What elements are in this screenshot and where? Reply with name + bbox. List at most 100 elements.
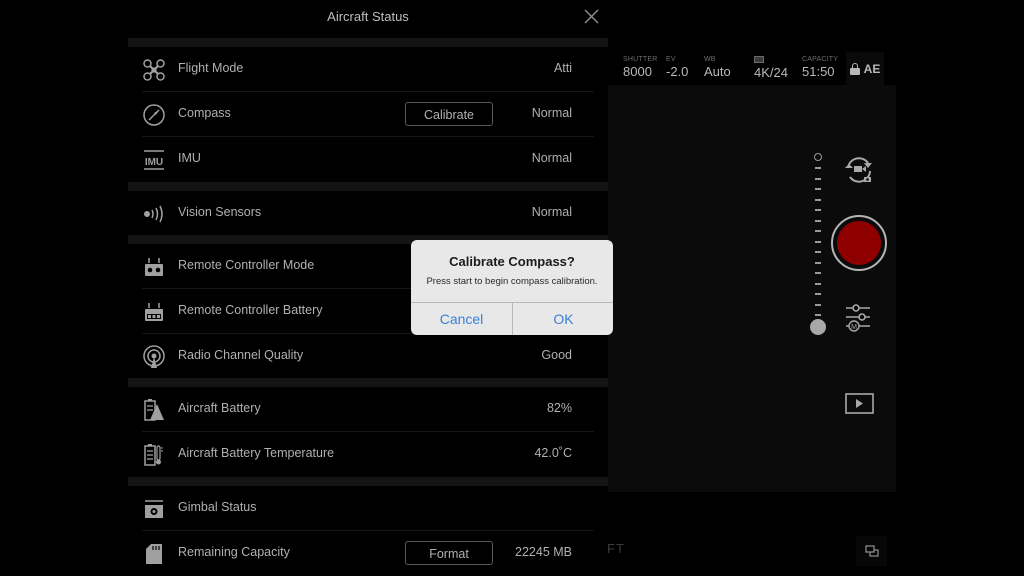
status-row-aircraft-battery: Aircraft Battery 82% bbox=[128, 387, 608, 432]
map-toggle-icon bbox=[864, 545, 879, 557]
drone-icon bbox=[143, 59, 165, 81]
map-toggle-button[interactable] bbox=[856, 536, 887, 566]
compass-icon bbox=[143, 104, 165, 126]
zoom-slider-tick bbox=[815, 240, 821, 243]
format-button[interactable]: Format bbox=[405, 541, 493, 565]
calibrate-button[interactable]: Calibrate bbox=[405, 102, 493, 126]
zoom-slider-tick bbox=[815, 251, 821, 253]
radio-signal-icon bbox=[143, 345, 165, 368]
zoom-slider-tick bbox=[815, 230, 821, 232]
row-label: Radio Channel Quality bbox=[178, 348, 304, 362]
ok-button[interactable]: OK bbox=[513, 303, 613, 335]
row-value: Atti bbox=[553, 61, 572, 75]
row-value: Normal bbox=[531, 205, 572, 219]
row-value: Normal bbox=[531, 106, 572, 120]
status-row-vision-sensors: Vision Sensors Normal bbox=[128, 191, 608, 235]
row-label: IMU bbox=[178, 151, 201, 165]
section-divider bbox=[128, 182, 608, 191]
capacity-value: 51:50 bbox=[802, 64, 835, 79]
row-label: Aircraft Battery Temperature bbox=[178, 446, 335, 460]
svg-text:M: M bbox=[851, 324, 857, 331]
status-row-gimbal: Gimbal Status bbox=[128, 486, 608, 531]
wb-param[interactable]: WB Auto bbox=[704, 55, 731, 79]
zoom-slider-tick bbox=[815, 167, 821, 169]
row-label: Aircraft Battery bbox=[178, 401, 261, 415]
wb-value: Auto bbox=[704, 64, 731, 79]
zoom-slider-thumb[interactable] bbox=[810, 319, 826, 335]
zoom-slider-tick bbox=[815, 209, 821, 211]
row-label: Remote Controller Battery bbox=[178, 303, 323, 317]
status-row-flight-mode: Flight Mode Atti bbox=[128, 47, 608, 92]
wb-label: WB bbox=[704, 56, 716, 63]
record-button[interactable] bbox=[831, 215, 887, 271]
row-label: Vision Sensors bbox=[178, 205, 262, 219]
cancel-button[interactable]: Cancel bbox=[411, 303, 512, 335]
resolution-value: 4K/24 bbox=[754, 65, 788, 80]
playback-icon[interactable] bbox=[845, 393, 874, 414]
calibrate-compass-dialog: Calibrate Compass? Press start to begin … bbox=[411, 240, 613, 335]
distance-unit-label: FT bbox=[607, 541, 625, 556]
status-row-battery-temperature: Aircraft Battery Temperature 42.0˚C bbox=[128, 432, 608, 477]
row-label: Gimbal Status bbox=[178, 500, 257, 514]
row-value: 42.0˚C bbox=[534, 446, 572, 460]
ae-lock-label: AE bbox=[863, 62, 881, 76]
row-value: 82% bbox=[546, 401, 572, 415]
section-divider bbox=[128, 38, 608, 47]
zoom-slider-tick bbox=[815, 261, 821, 264]
aircraft-battery-icon bbox=[144, 399, 164, 421]
zoom-slider-tick bbox=[815, 188, 821, 190]
dialog-title: Calibrate Compass? bbox=[449, 254, 575, 269]
panel-header: Aircraft Status bbox=[128, 0, 608, 38]
camera-settings-icon[interactable]: M bbox=[843, 303, 873, 333]
status-row-imu: IMU IMU Normal bbox=[128, 137, 608, 182]
row-label: Compass bbox=[178, 106, 231, 120]
dialog-message: Press start to begin compass calibration… bbox=[426, 276, 598, 287]
zoom-slider-tick bbox=[815, 198, 821, 201]
gimbal-icon bbox=[145, 500, 163, 518]
section-divider bbox=[128, 378, 608, 387]
row-label: Flight Mode bbox=[178, 61, 244, 75]
status-row-radio-quality: Radio Channel Quality Good bbox=[128, 334, 608, 379]
svg-text:IMU: IMU bbox=[145, 157, 163, 168]
shutter-label: SHUTTER bbox=[623, 56, 658, 63]
sd-card-icon bbox=[146, 544, 162, 564]
ev-param[interactable]: EV -2.0 bbox=[666, 55, 688, 79]
camera-view bbox=[608, 85, 896, 492]
row-label: Remaining Capacity bbox=[178, 545, 290, 559]
shutter-param[interactable]: SHUTTER 8000 bbox=[623, 55, 657, 79]
vision-sensor-icon bbox=[144, 205, 163, 223]
zoom-slider-tick bbox=[815, 293, 821, 295]
ae-lock-button[interactable]: AE bbox=[846, 52, 884, 86]
imu-icon: IMU bbox=[144, 150, 164, 170]
record-icon bbox=[837, 221, 881, 265]
zoom-slider-tick bbox=[815, 219, 821, 222]
row-value: Good bbox=[541, 348, 572, 362]
zoom-slider-top-ring bbox=[814, 153, 822, 161]
zoom-slider-tick bbox=[815, 314, 821, 316]
lock-icon bbox=[849, 63, 860, 75]
panel-title: Aircraft Status bbox=[327, 9, 409, 24]
resolution-param[interactable]: 4K/24 bbox=[754, 55, 788, 80]
ev-label: EV bbox=[666, 56, 676, 63]
zoom-slider-tick bbox=[815, 177, 821, 180]
status-row-remaining-capacity: Remaining Capacity Format 22245 MB bbox=[128, 531, 608, 576]
section-divider bbox=[128, 477, 608, 486]
zoom-slider-tick bbox=[815, 272, 821, 274]
status-row-compass: Compass Calibrate Normal bbox=[128, 92, 608, 137]
remote-controller-icon bbox=[145, 258, 163, 276]
capacity-param: CAPACITY 51:50 bbox=[802, 55, 838, 79]
battery-temperature-icon bbox=[144, 444, 163, 466]
close-icon[interactable] bbox=[583, 8, 600, 25]
row-label: Remote Controller Mode bbox=[178, 258, 315, 272]
photo-video-switch-icon[interactable] bbox=[842, 155, 876, 185]
zoom-slider-tick bbox=[815, 282, 821, 285]
ev-value: -2.0 bbox=[666, 64, 689, 79]
remote-controller-battery-icon bbox=[145, 303, 163, 321]
capacity-label: CAPACITY bbox=[802, 56, 839, 63]
shutter-value: 8000 bbox=[623, 64, 652, 79]
row-value: 22245 MB bbox=[515, 545, 572, 559]
zoom-slider-tick bbox=[815, 303, 821, 306]
zoom-slider[interactable] bbox=[810, 153, 826, 335]
row-value: Normal bbox=[531, 151, 572, 165]
resolution-icon bbox=[754, 56, 764, 63]
